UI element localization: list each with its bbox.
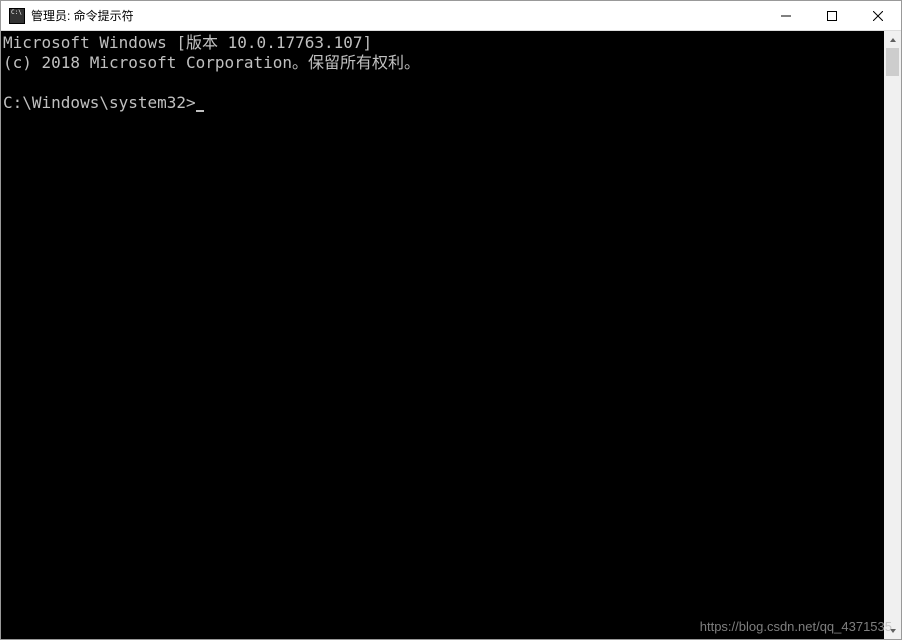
console-prompt: C:\Windows\system32> <box>3 93 196 112</box>
window-controls <box>763 1 901 30</box>
titlebar[interactable]: 管理员: 命令提示符 <box>1 1 901 31</box>
close-button[interactable] <box>855 1 901 30</box>
cursor <box>196 96 204 112</box>
maximize-button[interactable] <box>809 1 855 30</box>
scroll-up-button[interactable] <box>884 31 901 48</box>
console-area: Microsoft Windows [版本 10.0.17763.107] (c… <box>1 31 901 639</box>
scroll-down-button[interactable] <box>884 622 901 639</box>
command-prompt-window: 管理员: 命令提示符 Microsoft Windows [版本 10.0.17… <box>0 0 902 640</box>
cmd-icon <box>9 8 25 24</box>
console-line: Microsoft Windows [版本 10.0.17763.107] <box>3 33 372 52</box>
window-title: 管理员: 命令提示符 <box>31 7 763 24</box>
console-output[interactable]: Microsoft Windows [版本 10.0.17763.107] (c… <box>1 31 884 639</box>
console-line: (c) 2018 Microsoft Corporation。保留所有权利。 <box>3 53 420 72</box>
scrollbar-thumb[interactable] <box>886 48 899 76</box>
minimize-button[interactable] <box>763 1 809 30</box>
scrollbar-track[interactable] <box>884 48 901 622</box>
vertical-scrollbar[interactable] <box>884 31 901 639</box>
